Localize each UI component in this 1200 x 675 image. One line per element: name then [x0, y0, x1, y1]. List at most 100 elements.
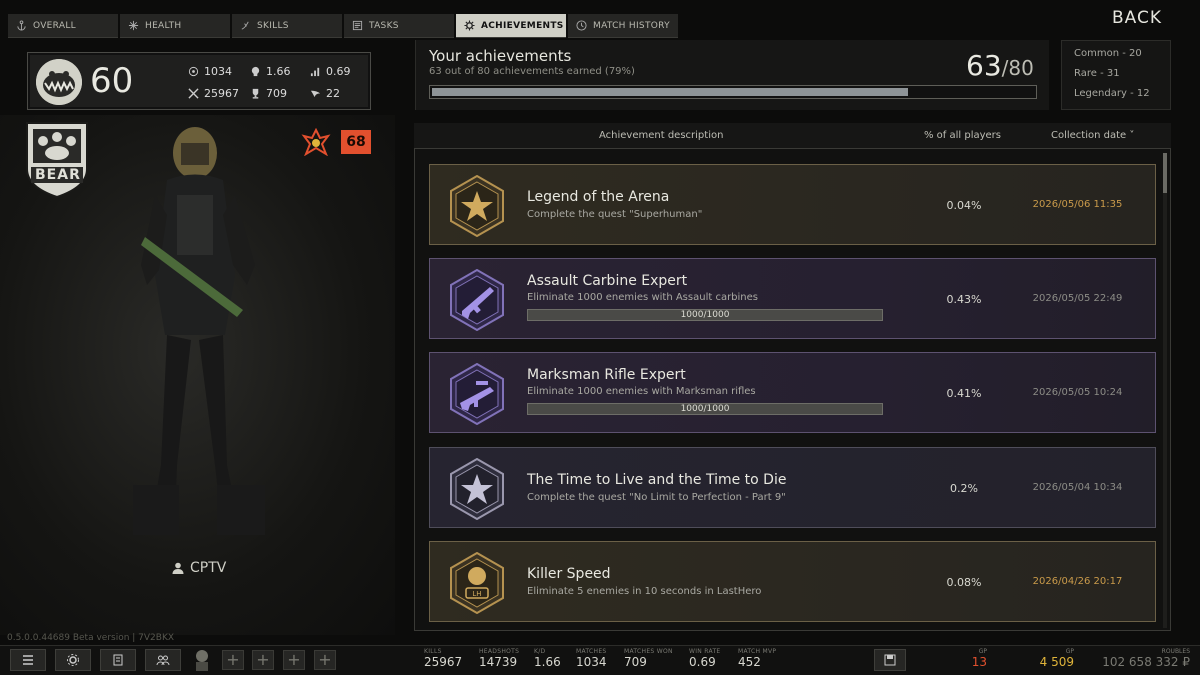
rifle-icon [450, 363, 504, 425]
achievement-title: Legend of the Arena [527, 189, 670, 205]
tab-label: ACHIEVEMENTS [481, 20, 564, 31]
currency-gp-gold: GP 4 509 [1039, 648, 1074, 669]
total-count: /80 [1001, 56, 1034, 80]
tab-health[interactable]: HEALTH [120, 14, 230, 38]
rarity-rare: Rare - 31 [1074, 68, 1120, 79]
prestige-emblem-icon [300, 127, 332, 157]
rarity-counts: Common - 20 Rare - 31 Legendary - 12 [1061, 40, 1171, 110]
achievements-count: 63/80 [966, 49, 1034, 82]
tab-bar: OVERALL HEALTH SKILLS TASKS ACHIEVEMENTS… [0, 14, 680, 38]
bottom-stat-win-rate: WIN RATE 0.69 [689, 648, 721, 669]
faction-label: BEAR [35, 167, 81, 183]
gear-icon [464, 20, 475, 31]
achievement-title: Killer Speed [527, 566, 611, 582]
friends-icon [156, 655, 170, 666]
stat-kd: 1.66 [250, 65, 291, 78]
achievement-percent: 0.08% [946, 576, 982, 589]
achievement-description: Eliminate 1000 enemies with Assault carb… [527, 292, 759, 303]
tab-label: MATCH HISTORY [593, 20, 670, 31]
header-description: Achievement description [599, 130, 724, 141]
add-squad-slot-3[interactable]: + [283, 650, 305, 670]
star-icon [450, 175, 504, 237]
save-button[interactable] [874, 649, 906, 671]
achievement-percent: 0.41% [946, 387, 982, 400]
menu-button[interactable] [10, 649, 46, 671]
stat-winrate: 0.69 [310, 65, 351, 78]
player-level: 60 [90, 61, 134, 101]
achievement-title: Marksman Rifle Expert [527, 367, 686, 383]
header-percent: % of all players [924, 130, 1002, 141]
rarity-common: Common - 20 [1074, 48, 1142, 59]
profile-card: 60 1034 1.66 0.69 25967 709 22 [27, 52, 371, 110]
earned-count: 63 [966, 49, 1002, 82]
achievement-row[interactable]: Marksman Rifle Expert Eliminate 1000 ene… [429, 352, 1156, 433]
username-label: CPTV [190, 560, 227, 576]
achievement-date: 2026/05/05 22:49 [1032, 293, 1123, 304]
back-button[interactable]: BACK [1112, 8, 1162, 28]
bottom-stat-headshots: HEADSHOTS 14739 [479, 648, 520, 669]
stat-wins: 709 [250, 87, 287, 100]
achievement-description: Complete the quest "Superhuman" [527, 209, 703, 220]
achievement-row[interactable]: Legend of the Arena Complete the quest "… [429, 164, 1156, 245]
achievements-progress-bar [429, 85, 1037, 99]
bottom-stat-kd: K/D 1.66 [534, 648, 561, 669]
trophy-icon [252, 88, 259, 99]
bottom-stat-match-mvp: MATCH MVP 452 [738, 648, 777, 669]
character-button[interactable] [100, 649, 136, 671]
bear-faction-logo: BEAR [21, 117, 93, 199]
save-icon [884, 654, 896, 666]
rarity-legendary: Legendary - 12 [1074, 88, 1150, 99]
achievement-percent: 0.43% [946, 293, 982, 306]
tab-overall[interactable]: OVERALL [8, 14, 118, 38]
anchor-icon [17, 20, 26, 31]
scrollbar-thumb[interactable] [1163, 153, 1167, 193]
username: CPTV [172, 560, 226, 576]
achievement-date: 2026/05/06 11:35 [1032, 199, 1123, 210]
list-header: Achievement description % of all players… [414, 123, 1171, 149]
header-date-sort[interactable]: Collection date ˅ [1051, 130, 1134, 141]
currency-gp-red: GP 13 [971, 648, 987, 669]
health-icon [128, 20, 139, 31]
settings-icon [67, 654, 79, 666]
bars-icon [310, 67, 320, 77]
achievement-row[interactable]: The Time to Live and the Time to Die Com… [429, 447, 1156, 528]
achievement-title: The Time to Live and the Time to Die [527, 472, 787, 488]
crossed-swords-icon [188, 88, 199, 99]
character-model [115, 125, 275, 555]
lasthero-icon: LH [450, 552, 504, 614]
achievement-row[interactable]: LH Killer Speed Eliminate 5 enemies in 1… [429, 541, 1156, 622]
user-icon [172, 562, 184, 574]
achievement-date: 2026/04/26 20:17 [1032, 576, 1123, 587]
squad-slot-avatar[interactable] [191, 648, 213, 672]
avatar[interactable] [36, 59, 82, 105]
achievement-date: 2026/05/05 10:24 [1032, 387, 1123, 398]
wing-icon [310, 90, 321, 98]
scrollbar-track[interactable] [1163, 153, 1167, 628]
svg-text:LH: LH [472, 590, 481, 598]
matches-icon [188, 66, 199, 77]
achievements-subtitle: 63 out of 80 achievements earned (79%) [429, 66, 635, 77]
achievement-percent: 0.04% [946, 199, 982, 212]
tab-match-history[interactable]: MATCH HISTORY [568, 14, 678, 38]
menu-icon [23, 655, 33, 665]
tab-tasks[interactable]: TASKS [344, 14, 454, 38]
stat-matches: 1034 [188, 65, 232, 78]
add-squad-slot-4[interactable]: + [314, 650, 336, 670]
achievement-row[interactable]: Assault Carbine Expert Eliminate 1000 en… [429, 258, 1156, 339]
add-squad-slot-2[interactable]: + [252, 650, 274, 670]
friends-button[interactable] [145, 649, 181, 671]
tab-skills[interactable]: SKILLS [232, 14, 342, 38]
tab-achievements[interactable]: ACHIEVEMENTS [456, 14, 566, 38]
achievement-description: Eliminate 5 enemies in 10 seconds in Las… [527, 586, 762, 597]
settings-button[interactable] [55, 649, 91, 671]
progress-fill [432, 88, 908, 96]
tab-label: TASKS [369, 20, 399, 31]
bottom-stat-matches-won: MATCHES WON 709 [624, 648, 673, 669]
tab-label: SKILLS [257, 20, 289, 31]
stat-kills: 25967 [188, 87, 239, 100]
achievement-progress: 1000/1000 [527, 309, 883, 321]
add-squad-slot-1[interactable]: + [222, 650, 244, 670]
character-icon [113, 654, 123, 666]
achievement-title: Assault Carbine Expert [527, 273, 688, 289]
achievement-date: 2026/05/04 10:34 [1032, 482, 1123, 493]
